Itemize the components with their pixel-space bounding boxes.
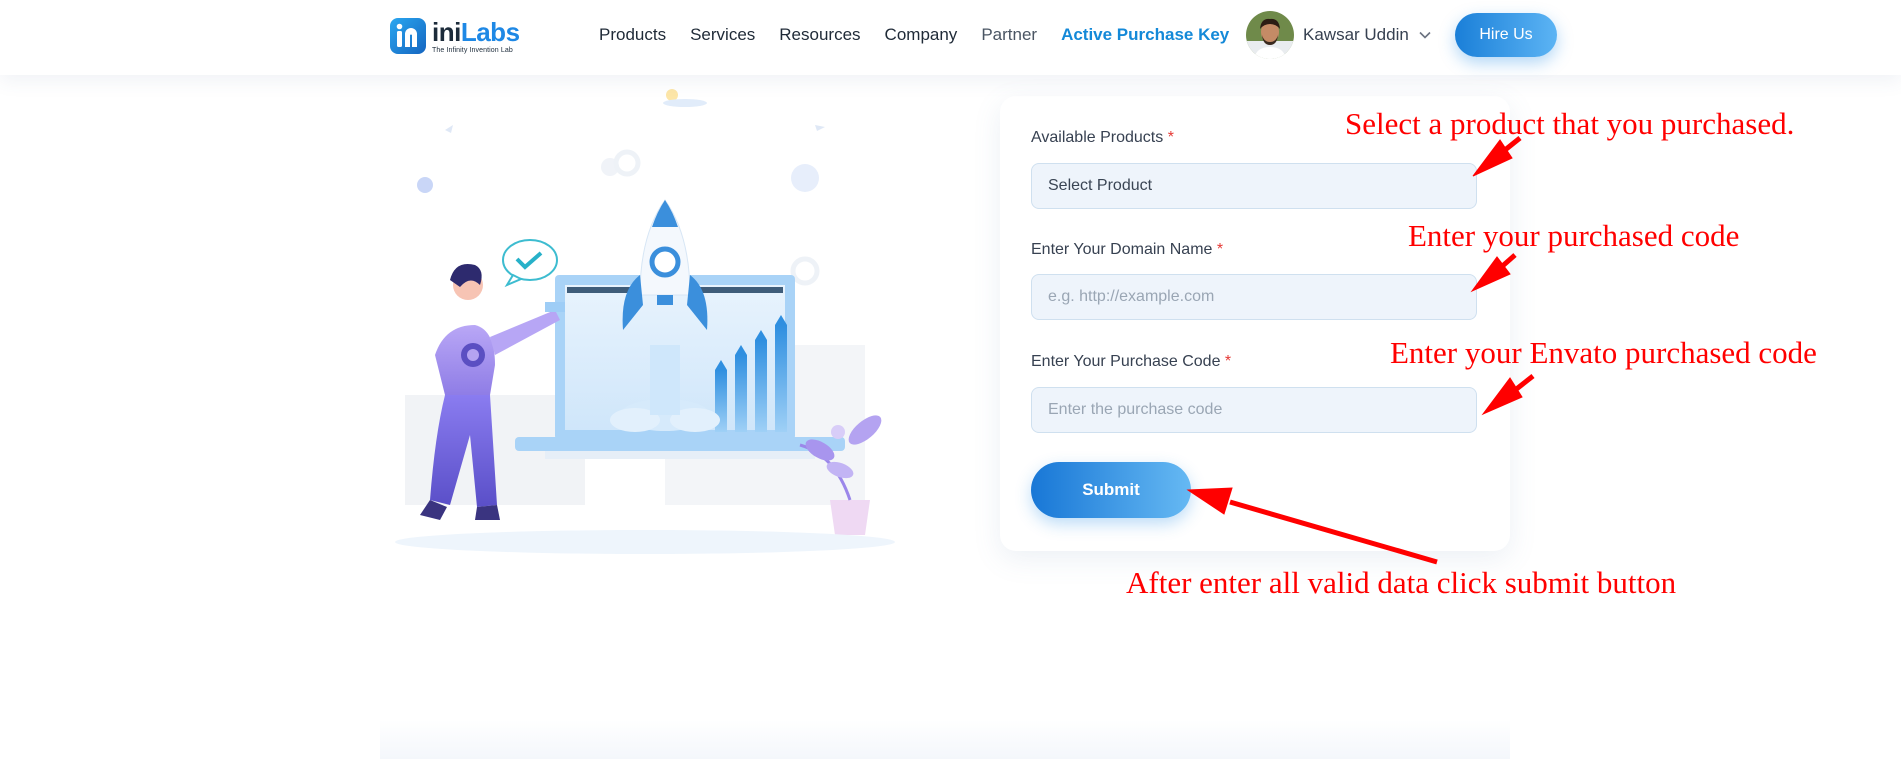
rocket-launch-illustration (395, 89, 895, 554)
purchase-code-input[interactable]: Enter the purchase code (1031, 387, 1477, 433)
logo-tagline: The Infinity Invention Lab (432, 46, 513, 54)
user-menu[interactable]: Kawsar Uddin (1246, 11, 1431, 59)
annotation-select-product: Select a product that you purchased. (1345, 106, 1795, 141)
domain-label: Enter Your Domain Name * (1031, 241, 1224, 258)
purchase-code-label: Enter Your Purchase Code * (1031, 353, 1232, 370)
footer-edge (380, 720, 1510, 759)
nav-resources[interactable]: Resources (779, 25, 860, 45)
hire-us-button[interactable]: Hire Us (1455, 13, 1557, 57)
logo-name: iniLabs (432, 16, 520, 47)
nav-products[interactable]: Products (599, 25, 666, 45)
user-avatar (1246, 11, 1294, 59)
user-name: Kawsar Uddin (1303, 25, 1409, 44)
product-select[interactable]: Select Product (1031, 163, 1477, 209)
domain-input[interactable]: e.g. http://example.com (1031, 274, 1477, 320)
inilabs-logo-icon (390, 18, 426, 54)
purchase-key-form: Available Products * Select Product Ente… (1000, 96, 1510, 551)
annotation-submit: After enter all valid data click submit … (1126, 565, 1677, 600)
nav-active-purchase-key[interactable]: Active Purchase Key (1061, 25, 1229, 45)
site-logo[interactable]: iniLabs The Infinity Invention Lab (390, 17, 520, 55)
annotation-purchase-code: Enter your Envato purchased code (1390, 335, 1817, 370)
chevron-down-icon[interactable] (1419, 31, 1431, 39)
annotation-domain: Enter your purchased code (1408, 218, 1740, 253)
site-header: iniLabs The Infinity Invention Lab Produ… (0, 0, 1901, 75)
nav-company[interactable]: Company (885, 25, 958, 45)
main-nav: Products Services Resources Company Part… (599, 24, 1253, 46)
submit-button[interactable]: Submit (1031, 462, 1191, 518)
product-label: Available Products * (1031, 129, 1174, 146)
nav-services[interactable]: Services (690, 25, 755, 45)
nav-partner[interactable]: Partner (981, 25, 1037, 45)
